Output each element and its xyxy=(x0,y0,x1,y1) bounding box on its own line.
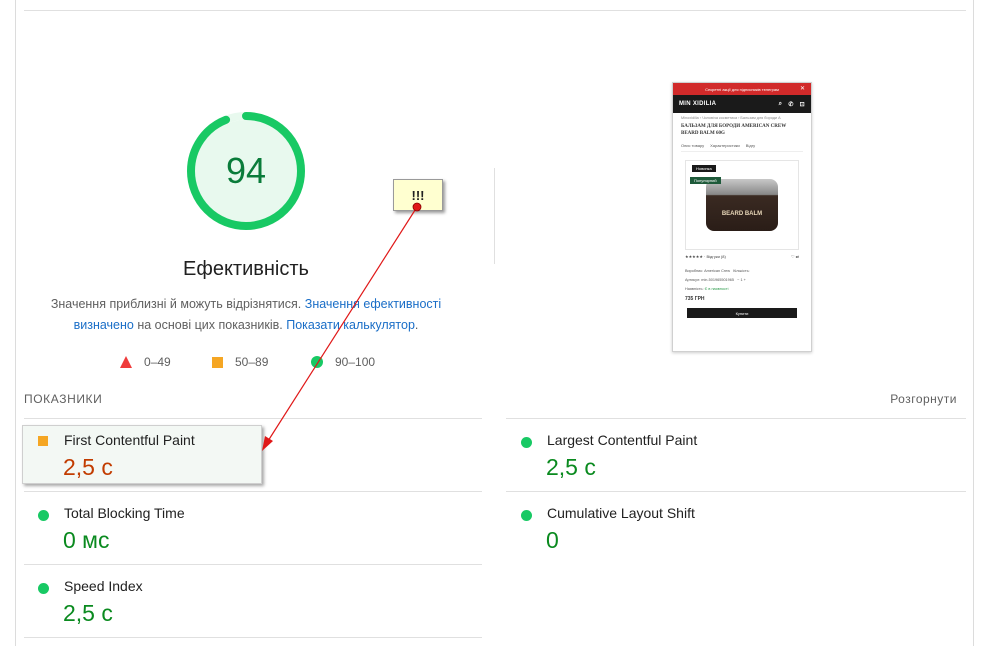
description-text-3: . xyxy=(414,318,419,332)
tab-specs: Характеристики xyxy=(710,143,740,148)
performance-title: Ефективність xyxy=(183,258,309,280)
legend-fail-label: 0–49 xyxy=(144,355,171,369)
metric-value: 0 xyxy=(546,527,559,553)
metric-fcp: First Contentful Paint 2,5 с xyxy=(24,426,482,498)
legend-average: 50–89 xyxy=(212,352,268,372)
product-label: BEARD BALM xyxy=(721,211,763,217)
metric-value: 2,5 с xyxy=(63,600,113,626)
pass-circle-icon xyxy=(38,510,49,521)
product-image: BEARD BALM Новинка Популярний xyxy=(685,160,799,250)
pass-circle-icon xyxy=(521,437,532,448)
close-icon: ✕ xyxy=(799,86,805,92)
phone-icon: ✆ xyxy=(788,101,794,108)
metric-name: Largest Contentful Paint xyxy=(547,432,698,448)
triangle-icon xyxy=(120,356,132,368)
metric-value: 2,5 с xyxy=(63,454,113,480)
buy-button: Купити xyxy=(687,308,797,318)
metrics-header: ПОКАЗНИКИ xyxy=(24,392,103,406)
heart-icon: ♡ ⇄ xyxy=(790,254,799,259)
description-text-2: на основі цих показників. xyxy=(133,318,287,332)
product-title: БАЛЬЗАМ ДЛЯ БОРОДИ AMERICAN CREW BEARD B… xyxy=(681,124,787,136)
maker-value: American Crew xyxy=(704,269,731,273)
stock-label: Наявність: xyxy=(685,287,704,291)
metrics-divider xyxy=(24,418,482,419)
site-logo: MIN XIDILIA xyxy=(679,101,717,107)
metric-name: Cumulative Layout Shift xyxy=(547,505,695,521)
tab-reviews: Відгу xyxy=(745,143,756,148)
promo-banner-text: Секретні акції для підписників телеграм xyxy=(705,86,779,92)
sku-label: Артикул: xyxy=(685,278,701,282)
description-text-1: Значення приблизні й можуть відрізнятися… xyxy=(50,297,305,311)
metric-value: 0 мс xyxy=(63,527,110,553)
vertical-divider xyxy=(494,168,495,264)
metric-name: Total Blocking Time xyxy=(64,505,185,521)
qty-label: Кількість: xyxy=(733,269,750,273)
metric-tbt: Total Blocking Time 0 мс xyxy=(24,499,482,571)
stock-value: Є в наявності xyxy=(704,287,729,291)
average-square-icon xyxy=(38,436,48,446)
legend-average-label: 50–89 xyxy=(235,355,269,369)
product-price: 735 ГРН xyxy=(685,296,705,302)
performance-score: 94 xyxy=(225,150,267,191)
metric-name: First Contentful Paint xyxy=(64,432,195,448)
metric-name: Speed Index xyxy=(64,578,143,594)
product-info: Виробник: American Crew Кількість: Артик… xyxy=(685,269,750,291)
tab-description: Опис товару xyxy=(681,143,705,148)
page-screenshot-thumbnail[interactable]: Секретні акції для підписників телеграм … xyxy=(672,82,812,352)
product-tabs: Опис товару Характеристики Відгу xyxy=(681,143,803,152)
pass-circle-icon xyxy=(38,583,49,594)
metric-lcp: Largest Contentful Paint 2,5 с xyxy=(507,426,965,498)
product-tin: BEARD BALM xyxy=(706,179,778,231)
calculator-link[interactable]: Показати калькулятор xyxy=(286,318,415,332)
top-divider xyxy=(24,10,966,11)
product-rating: ★★★★★ · Відгуки (8) ♡ ⇄ xyxy=(685,254,799,259)
square-icon xyxy=(212,356,223,368)
search-icon: ⌕ xyxy=(778,100,783,107)
pass-circle-icon xyxy=(521,510,532,521)
promo-banner: Секретні акції для підписників телеграм … xyxy=(673,83,811,95)
metric-value: 2,5 с xyxy=(546,454,596,480)
reviews-text: ★★★★★ · Відгуки (8) xyxy=(685,254,726,259)
legend-pass-label: 90–100 xyxy=(335,355,376,369)
metric-cls: Cumulative Layout Shift 0 xyxy=(507,499,965,571)
circle-icon xyxy=(311,356,323,368)
score-description: Значення приблизні й можуть відрізнятися… xyxy=(40,294,452,336)
metrics-divider xyxy=(506,418,966,419)
cart-icon: ⊡ xyxy=(799,101,805,108)
legend-fail: 0–49 xyxy=(120,352,171,372)
site-header: MIN XIDILIA ⌕ ✆ ⊡ xyxy=(673,95,811,113)
breadcrumb: Minoxidilia › Чоловіча косметика › Бальз… xyxy=(681,116,781,120)
badge-new: Новинка xyxy=(692,165,716,172)
badge-popular: Популярний xyxy=(690,177,721,184)
legend-pass: 90–100 xyxy=(311,352,375,372)
expand-toggle[interactable]: Розгорнути xyxy=(890,392,957,406)
sku-value: min-501965501965 xyxy=(701,278,735,282)
maker-label: Виробник: xyxy=(685,269,703,273)
annotation-note: !!! xyxy=(393,179,443,211)
metric-si: Speed Index 2,5 с xyxy=(24,572,482,644)
